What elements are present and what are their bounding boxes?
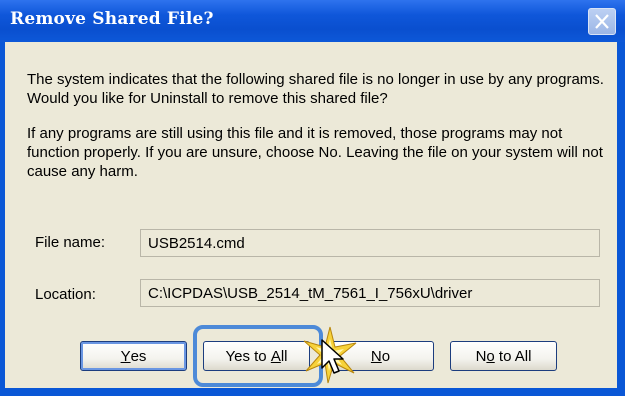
location-label: Location: [35, 286, 96, 303]
yes-label-rest: es [130, 347, 147, 365]
location-field: C:\ICPDAS\USB_2514_tM_7561_I_756xU\drive… [140, 279, 600, 307]
dialog-title: Remove Shared File? [10, 9, 214, 29]
yes-access-key: Y [120, 347, 131, 365]
no-to-all-access-key: o [486, 347, 495, 365]
dialog-window: Remove Shared File? The system indicates… [0, 0, 625, 396]
no-to-all-button[interactable]: No to All [450, 341, 557, 371]
message-paragraph-2: If any programs are still using this fil… [27, 125, 603, 180]
close-icon [595, 14, 609, 29]
yes-button[interactable]: Yes [80, 341, 187, 371]
no-label-rest: o [381, 347, 391, 365]
close-button[interactable] [588, 8, 616, 35]
no-access-key: N [370, 347, 382, 365]
file-name-label: File name: [35, 234, 106, 251]
file-name-field: USB2514.cmd [140, 229, 600, 257]
mouse-pointer-icon [321, 339, 344, 374]
no-to-all-label-rest: to All [494, 347, 532, 365]
title-bar[interactable]: Remove Shared File? [0, 0, 625, 42]
no-to-all-label-start: N [475, 347, 487, 365]
message-paragraph-1: The system indicates that the following … [27, 71, 604, 107]
